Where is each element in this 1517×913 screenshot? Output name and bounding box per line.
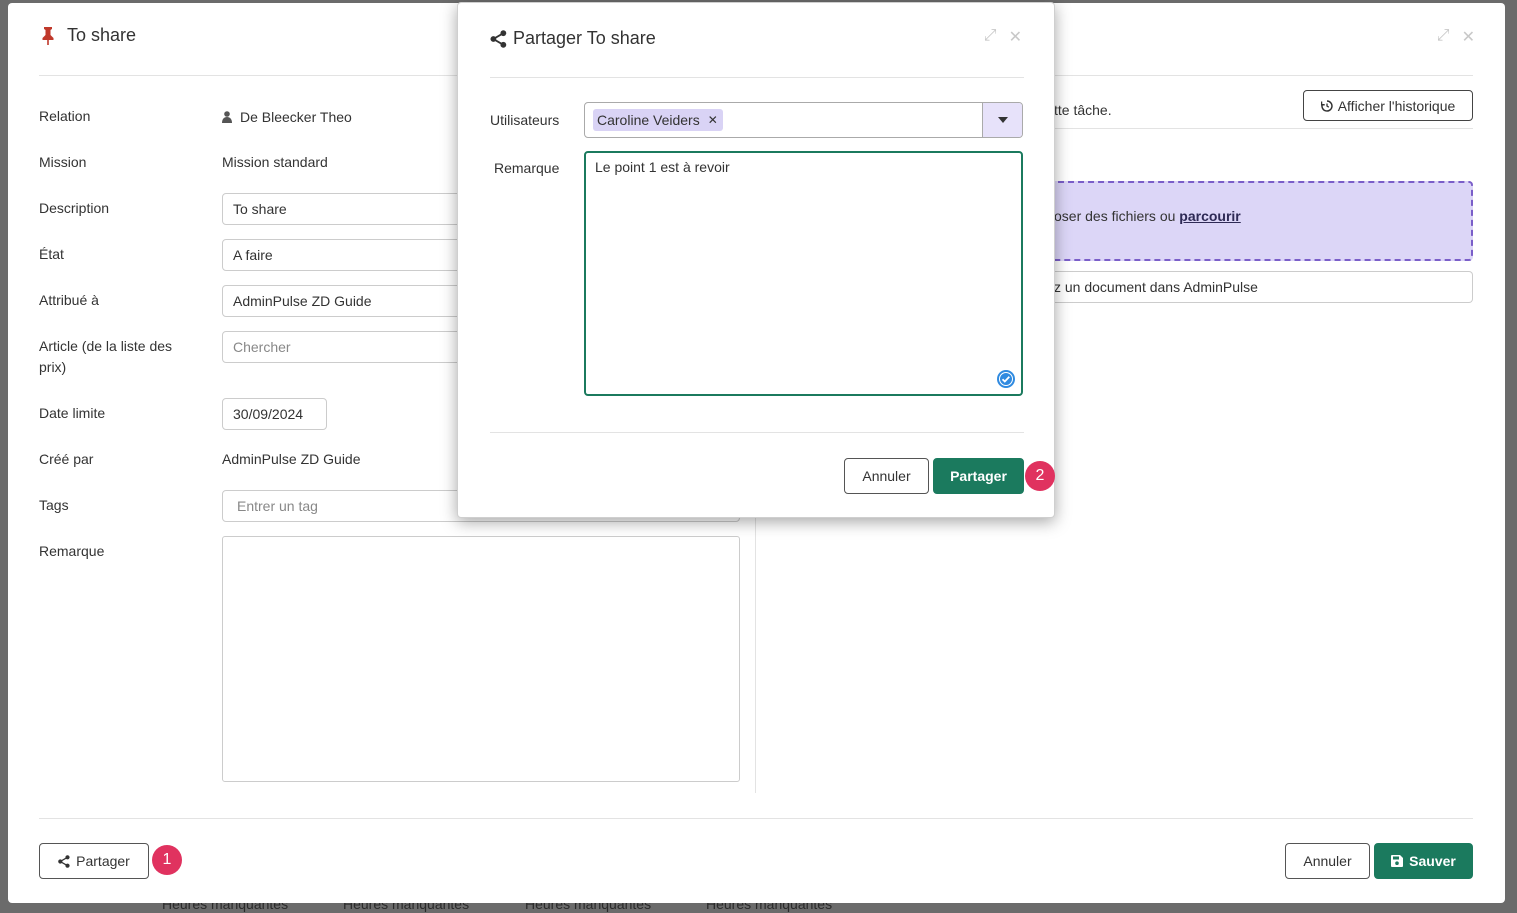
pin-icon bbox=[42, 26, 54, 45]
history-icon bbox=[1320, 99, 1333, 112]
tags-label: Tags bbox=[39, 497, 69, 513]
remark-text: Le point 1 est à revoir bbox=[595, 159, 730, 175]
dialog-window-controls: ⤢ ✕ bbox=[984, 27, 1022, 47]
save-button-label: Sauver bbox=[1409, 853, 1456, 869]
share-icon bbox=[490, 29, 507, 48]
remarque-label: Remarque bbox=[39, 543, 105, 559]
mission-value: Mission standard bbox=[222, 154, 328, 170]
share-icon bbox=[58, 854, 70, 868]
step-badge: 2 bbox=[1025, 461, 1055, 491]
grammar-check-icon[interactable] bbox=[996, 369, 1016, 389]
users-label: Utilisateurs bbox=[490, 112, 560, 128]
cree-par-label: Créé par bbox=[39, 451, 94, 467]
expand-icon[interactable]: ⤢ bbox=[1437, 27, 1450, 47]
etat-select[interactable]: A faire bbox=[222, 239, 462, 271]
dialog-share-button[interactable]: Partager bbox=[933, 458, 1024, 494]
attribue-label: Attribué à bbox=[39, 292, 99, 308]
etat-label: État bbox=[39, 246, 64, 262]
drop-zone-text: oser des fichiers ou parcourir bbox=[1054, 208, 1241, 224]
caret-down-icon bbox=[997, 117, 1008, 123]
history-button[interactable]: Afficher l'historique bbox=[1303, 90, 1473, 121]
mission-label: Mission bbox=[39, 154, 87, 170]
cree-par-value: AdminPulse ZD Guide bbox=[222, 451, 361, 467]
adminpulse-document-field[interactable]: z un document dans AdminPulse bbox=[1048, 271, 1473, 303]
date-limite-label: Date limite bbox=[39, 405, 106, 421]
task-info-text: tte tâche. bbox=[1054, 102, 1112, 118]
right-divider bbox=[1048, 128, 1473, 129]
users-select[interactable]: Caroline Veiders ✕ bbox=[584, 102, 1023, 138]
task-modal-title: To share bbox=[67, 25, 137, 45]
remarque-textarea[interactable] bbox=[222, 536, 740, 782]
share-dialog-header: Partager To share bbox=[490, 28, 656, 49]
share-dialog: Partager To share ⤢ ✕ Utilisateurs Carol… bbox=[457, 2, 1055, 518]
history-button-label: Afficher l'historique bbox=[1337, 97, 1456, 114]
save-button[interactable]: Sauver bbox=[1374, 843, 1473, 879]
share-dialog-title: Partager To share bbox=[513, 28, 656, 48]
cancel-button[interactable]: Annuler bbox=[1285, 843, 1370, 879]
article-label: Article (de la liste des prix) bbox=[39, 338, 173, 375]
relation-label: Relation bbox=[39, 108, 91, 124]
description-label: Description bbox=[39, 200, 110, 216]
selected-user-name: Caroline Veiders bbox=[597, 112, 700, 128]
close-icon[interactable]: ✕ bbox=[1462, 27, 1475, 47]
remark-textarea[interactable]: Le point 1 est à revoir bbox=[584, 151, 1023, 396]
window-controls: ⤢ ✕ bbox=[1437, 27, 1475, 47]
relation-name: De Bleecker Theo bbox=[240, 109, 352, 125]
step-badge: 1 bbox=[152, 845, 182, 875]
browse-link[interactable]: parcourir bbox=[1179, 208, 1240, 224]
task-modal-header: To share bbox=[39, 25, 136, 46]
date-limite-input[interactable]: 30/09/2024 bbox=[222, 398, 327, 430]
dialog-header-divider bbox=[490, 77, 1024, 78]
floppy-icon bbox=[1391, 855, 1404, 867]
dialog-footer-divider bbox=[490, 432, 1024, 433]
expand-icon[interactable]: ⤢ bbox=[984, 27, 997, 47]
share-button-label: Partager bbox=[76, 853, 130, 869]
remove-user-icon[interactable]: ✕ bbox=[708, 109, 718, 131]
selected-user-tag: Caroline Veiders ✕ bbox=[593, 109, 723, 131]
dialog-cancel-button[interactable]: Annuler bbox=[844, 458, 929, 494]
users-dropdown-toggle[interactable] bbox=[982, 103, 1022, 137]
drop-zone-label: oser des fichiers ou bbox=[1054, 208, 1176, 224]
attribue-select[interactable]: AdminPulse ZD Guide bbox=[222, 285, 462, 317]
relation-value[interactable]: De Bleecker Theo bbox=[222, 109, 352, 125]
share-button[interactable]: Partager bbox=[39, 843, 149, 879]
footer-divider bbox=[39, 818, 1473, 819]
close-icon[interactable]: ✕ bbox=[1009, 27, 1022, 47]
remark-label: Remarque bbox=[494, 160, 560, 176]
description-input[interactable]: To share bbox=[222, 193, 462, 225]
article-search-input[interactable]: Chercher bbox=[222, 331, 462, 363]
person-icon bbox=[222, 111, 232, 123]
